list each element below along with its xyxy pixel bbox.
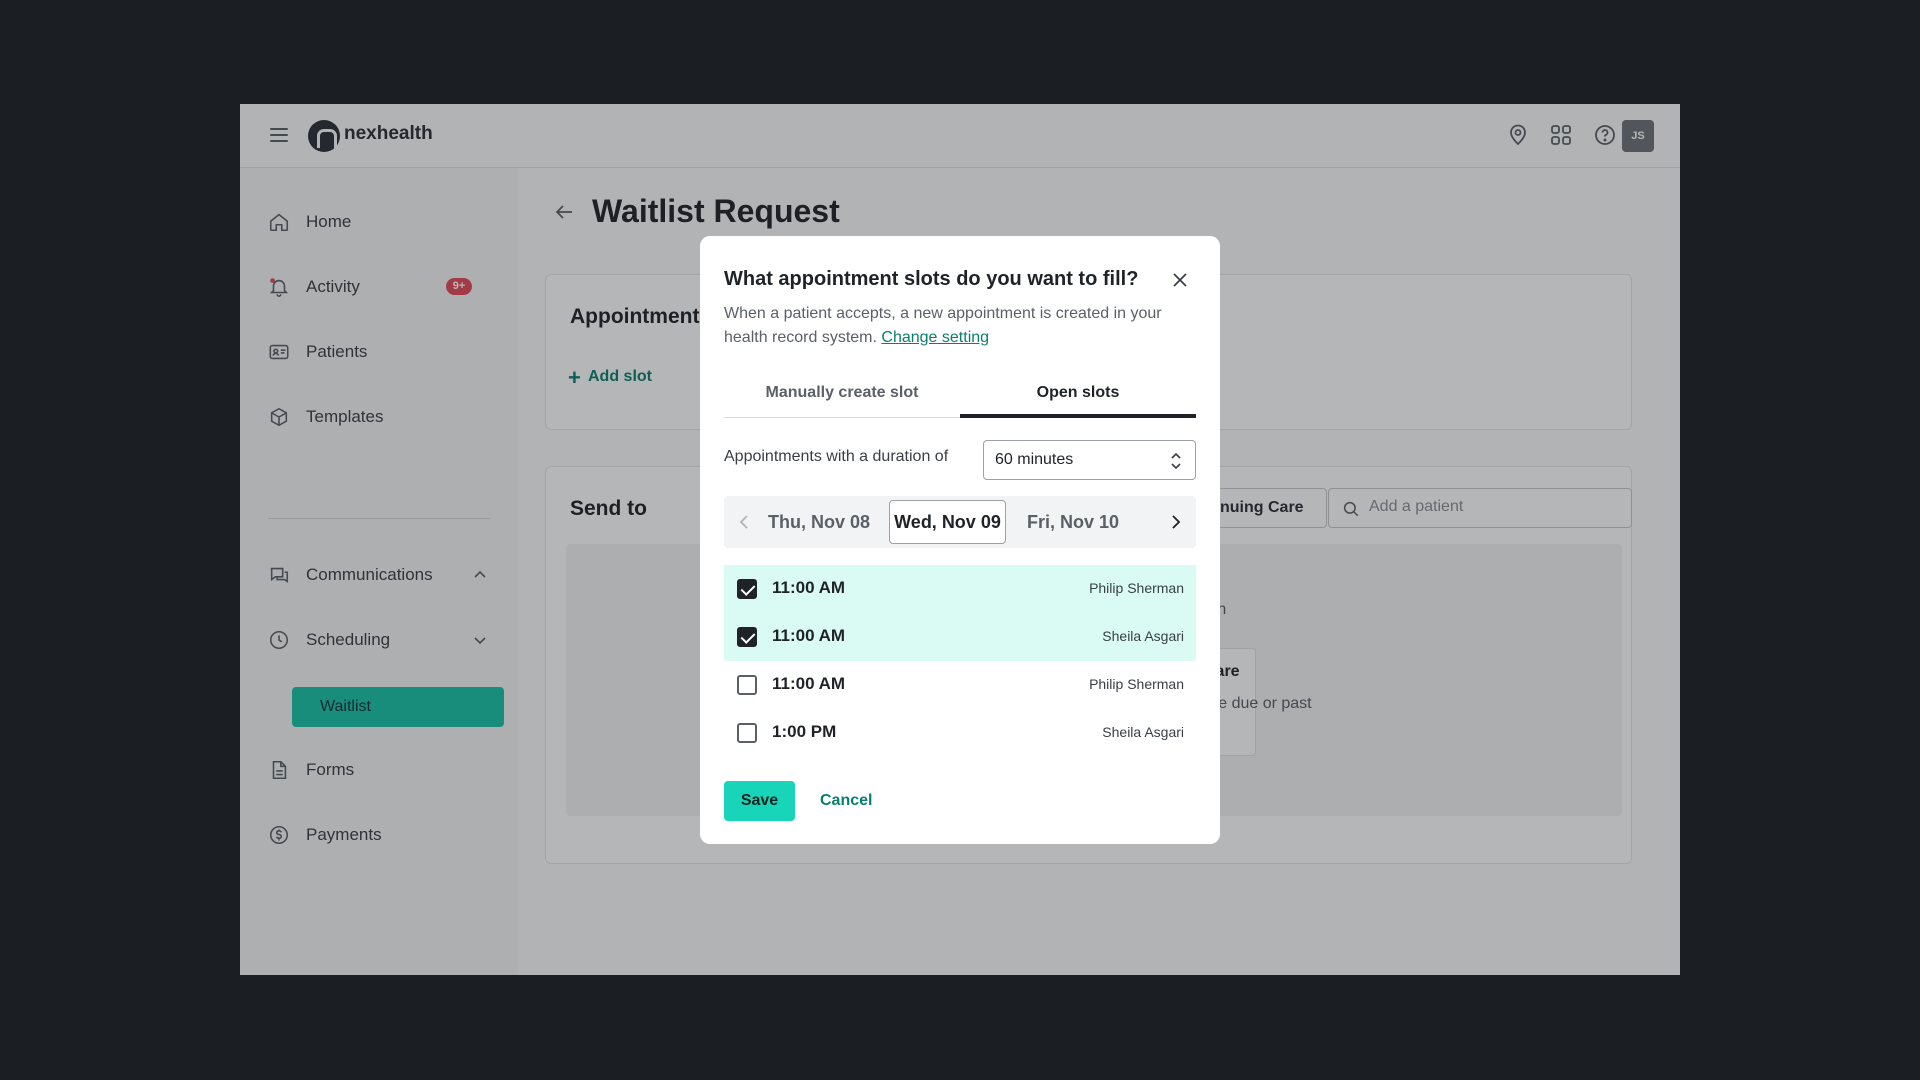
save-button[interactable]: Save xyxy=(724,781,795,821)
slot-provider: Sheila Asgari xyxy=(1102,724,1184,740)
slot-time: 11:00 AM xyxy=(772,674,846,693)
tab-open-slots[interactable]: Open slots xyxy=(960,376,1196,418)
slot-row[interactable]: 1:00 PM Sheila Asgari xyxy=(724,709,1196,757)
slot-checkbox[interactable] xyxy=(737,579,757,599)
next-date-chevron-icon[interactable] xyxy=(1166,512,1186,532)
date-navigator: Thu, Nov 08 Wed, Nov 09 Fri, Nov 10 xyxy=(724,496,1196,548)
up-down-chevron-icon xyxy=(1171,452,1181,470)
slot-checkbox[interactable] xyxy=(737,627,757,647)
slot-row[interactable]: 11:00 AM Philip Sherman xyxy=(724,565,1196,613)
cancel-button[interactable]: Cancel xyxy=(820,781,872,821)
close-icon[interactable] xyxy=(1170,270,1190,290)
duration-value: 60 minutes xyxy=(995,451,1074,468)
dialog-title: What appointment slots do you want to fi… xyxy=(724,268,1139,290)
slot-time: 11:00 AM xyxy=(772,578,846,597)
slot-time: 1:00 PM xyxy=(772,722,837,741)
date-option-thu-nov-08[interactable]: Thu, Nov 08 xyxy=(764,500,874,544)
tab-manually-create-slot[interactable]: Manually create slot xyxy=(724,376,960,418)
duration-select[interactable]: 60 minutes xyxy=(983,440,1196,480)
slot-checkbox[interactable] xyxy=(737,723,757,743)
slot-provider: Sheila Asgari xyxy=(1102,628,1184,644)
previous-date-chevron-icon[interactable] xyxy=(734,512,754,532)
change-setting-link[interactable]: Change setting xyxy=(881,329,989,346)
app-window: nexhealth JS Home Activity 9+ Patients T… xyxy=(240,104,1680,975)
slot-row[interactable]: 11:00 AM Philip Sherman xyxy=(724,661,1196,709)
slot-checkbox[interactable] xyxy=(737,675,757,695)
date-option-fri-nov-10[interactable]: Fri, Nov 10 xyxy=(1018,500,1128,544)
duration-label: Appointments with a duration of xyxy=(724,448,949,465)
slot-mode-tabs: Manually create slot Open slots xyxy=(724,376,1196,418)
dialog-description: When a patient accepts, a new appointmen… xyxy=(724,302,1174,350)
slot-provider: Philip Sherman xyxy=(1089,676,1184,692)
slot-row[interactable]: 11:00 AM Sheila Asgari xyxy=(724,613,1196,661)
slot-time: 11:00 AM xyxy=(772,626,846,645)
slot-provider: Philip Sherman xyxy=(1089,580,1184,596)
open-slots-dialog: What appointment slots do you want to fi… xyxy=(700,236,1220,844)
date-option-wed-nov-09[interactable]: Wed, Nov 09 xyxy=(889,500,1006,544)
